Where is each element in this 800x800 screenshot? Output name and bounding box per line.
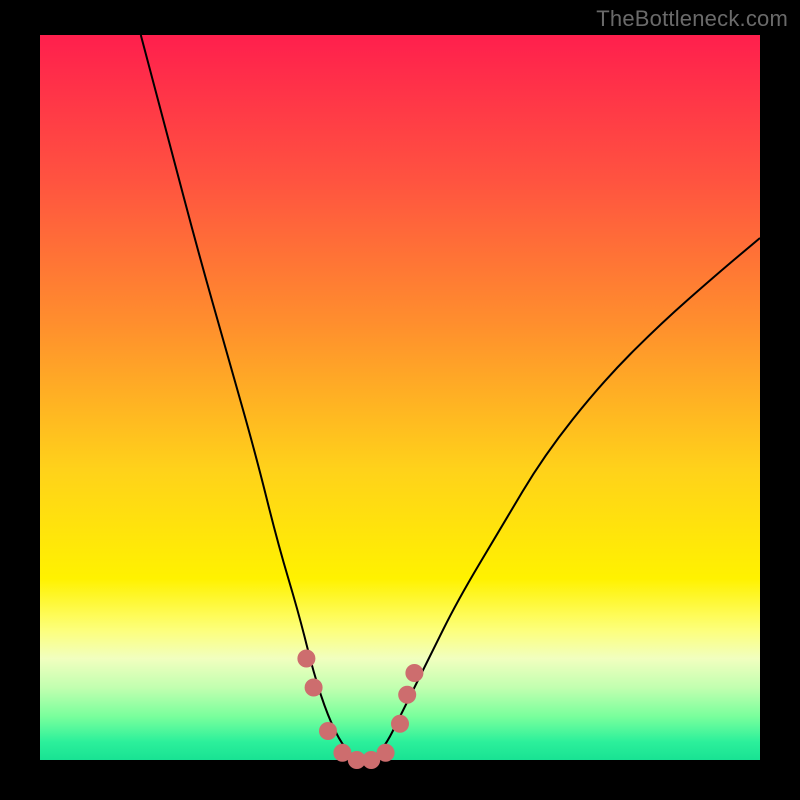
curve-marker [377,744,395,762]
curve-marker [398,686,416,704]
curve-marker [305,679,323,697]
chart-frame: TheBottleneck.com [0,0,800,800]
curve-marker [319,722,337,740]
curve-marker [405,664,423,682]
watermark-label: TheBottleneck.com [596,6,788,32]
curve-marker [391,715,409,733]
bottleneck-chart [0,0,800,800]
curve-marker [297,650,315,668]
plot-background [40,35,760,760]
